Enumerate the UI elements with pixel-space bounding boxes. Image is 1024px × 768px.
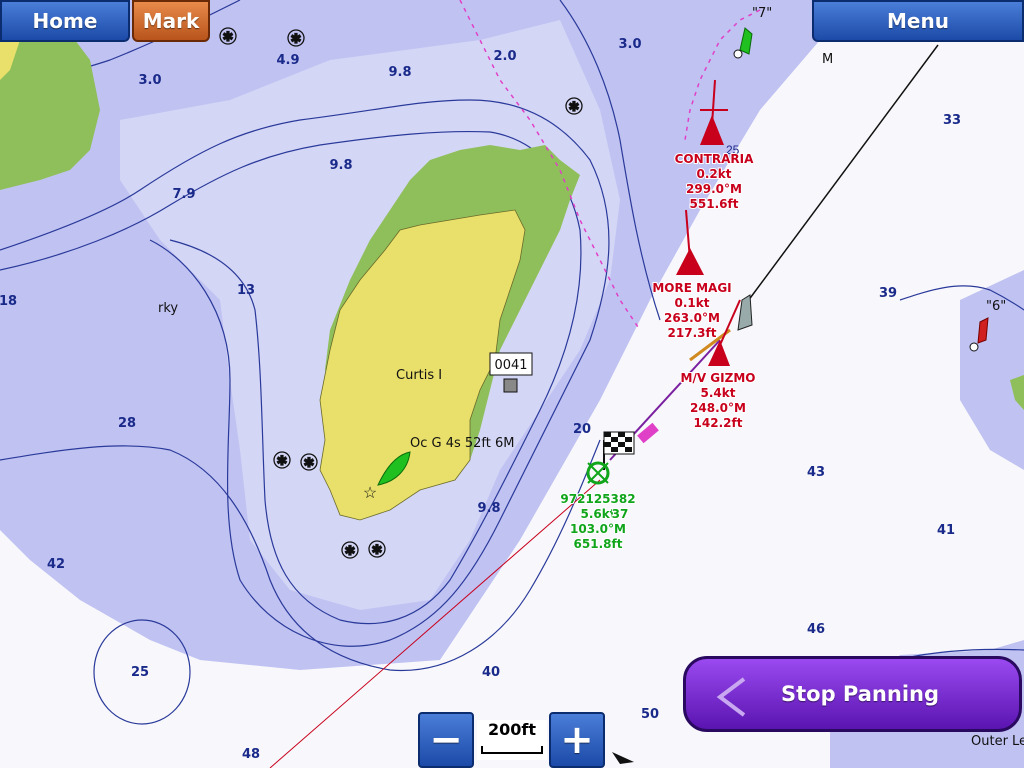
svg-text:✱: ✱ <box>345 544 356 559</box>
svg-text:48: 48 <box>242 747 260 762</box>
svg-text:M/V GIZMO: M/V GIZMO <box>681 371 756 385</box>
svg-text:43: 43 <box>807 465 825 480</box>
mark-button[interactable]: Mark <box>132 0 210 42</box>
svg-text:7.9: 7.9 <box>172 187 195 202</box>
svg-text:✱: ✱ <box>223 30 234 45</box>
svg-text:☆: ☆ <box>363 485 377 502</box>
area-note: rky <box>158 301 178 316</box>
svg-text:✱: ✱ <box>372 543 383 558</box>
svg-text:46: 46 <box>807 622 825 637</box>
svg-text:✱: ✱ <box>569 100 580 115</box>
scale-indicator: 200ft <box>477 720 547 760</box>
svg-text:CONTRARIA: CONTRARIA <box>675 152 754 166</box>
svg-text:20: 20 <box>573 422 591 437</box>
light-characteristic: Oc G 4s 52ft 6M <box>410 436 515 451</box>
svg-text:217.3ft: 217.3ft <box>668 326 717 340</box>
svg-text:✱: ✱ <box>304 456 315 471</box>
svg-text:40: 40 <box>482 665 500 680</box>
stop-panning-label: Stop Panning <box>781 682 940 706</box>
svg-text:42: 42 <box>47 557 65 572</box>
zoom-in-button[interactable]: + <box>549 712 605 768</box>
svg-text:299.0°M: 299.0°M <box>686 182 742 196</box>
nautical-chart[interactable]: 3.0 4.9 9.8 2.0 3.0 7.9 9.8 33 18 13 39 … <box>0 0 1024 768</box>
svg-text:MORE MAGI: MORE MAGI <box>652 281 731 295</box>
scale-label: 200ft <box>487 720 536 739</box>
svg-text:0.1kt: 0.1kt <box>675 296 710 310</box>
svg-text:9.8: 9.8 <box>388 65 411 80</box>
svg-text:551.6ft: 551.6ft <box>690 197 739 211</box>
svg-text:5.6kt: 5.6kt <box>581 507 616 521</box>
buoy-7-label: "7" <box>752 6 772 21</box>
scale-bar <box>481 746 543 754</box>
svg-text:103.0°M: 103.0°M <box>570 522 626 536</box>
svg-text:0041: 0041 <box>494 358 527 373</box>
back-arrow-icon <box>716 677 746 717</box>
svg-text:0.2kt: 0.2kt <box>697 167 732 181</box>
svg-text:142.2ft: 142.2ft <box>694 416 743 430</box>
svg-text:50: 50 <box>641 707 659 722</box>
svg-text:33: 33 <box>943 113 961 128</box>
svg-text:263.0°M: 263.0°M <box>664 311 720 325</box>
svg-text:37: 37 <box>612 507 629 521</box>
svg-text:2.0: 2.0 <box>493 49 516 64</box>
buoy-6-label: "6" <box>986 299 1006 314</box>
zoom-out-button[interactable]: − <box>418 712 474 768</box>
home-button[interactable]: Home <box>0 0 130 42</box>
svg-text:5.4kt: 5.4kt <box>701 386 736 400</box>
island-name: Curtis I <box>396 368 442 383</box>
svg-text:41: 41 <box>937 523 955 538</box>
svg-text:18: 18 <box>0 294 17 309</box>
outer-label: Outer Le <box>971 734 1024 749</box>
svg-text:39: 39 <box>879 286 897 301</box>
stop-panning-button[interactable]: Stop Panning <box>683 656 1022 732</box>
svg-text:972125382: 972125382 <box>560 492 635 506</box>
svg-text:3.0: 3.0 <box>138 73 161 88</box>
svg-text:9.8: 9.8 <box>329 158 352 173</box>
svg-text:25: 25 <box>131 665 149 680</box>
svg-text:3.0: 3.0 <box>618 37 641 52</box>
menu-button[interactable]: Menu <box>812 0 1024 42</box>
marker-label: M <box>822 52 833 67</box>
svg-text:✱: ✱ <box>291 32 302 47</box>
svg-text:248.0°M: 248.0°M <box>690 401 746 415</box>
svg-text:28: 28 <box>118 416 136 431</box>
svg-text:9.8: 9.8 <box>477 501 500 516</box>
svg-text:4.9: 4.9 <box>276 53 299 68</box>
svg-text:13: 13 <box>237 283 255 298</box>
svg-text:✱: ✱ <box>277 454 288 469</box>
svg-text:651.8ft: 651.8ft <box>574 537 623 551</box>
